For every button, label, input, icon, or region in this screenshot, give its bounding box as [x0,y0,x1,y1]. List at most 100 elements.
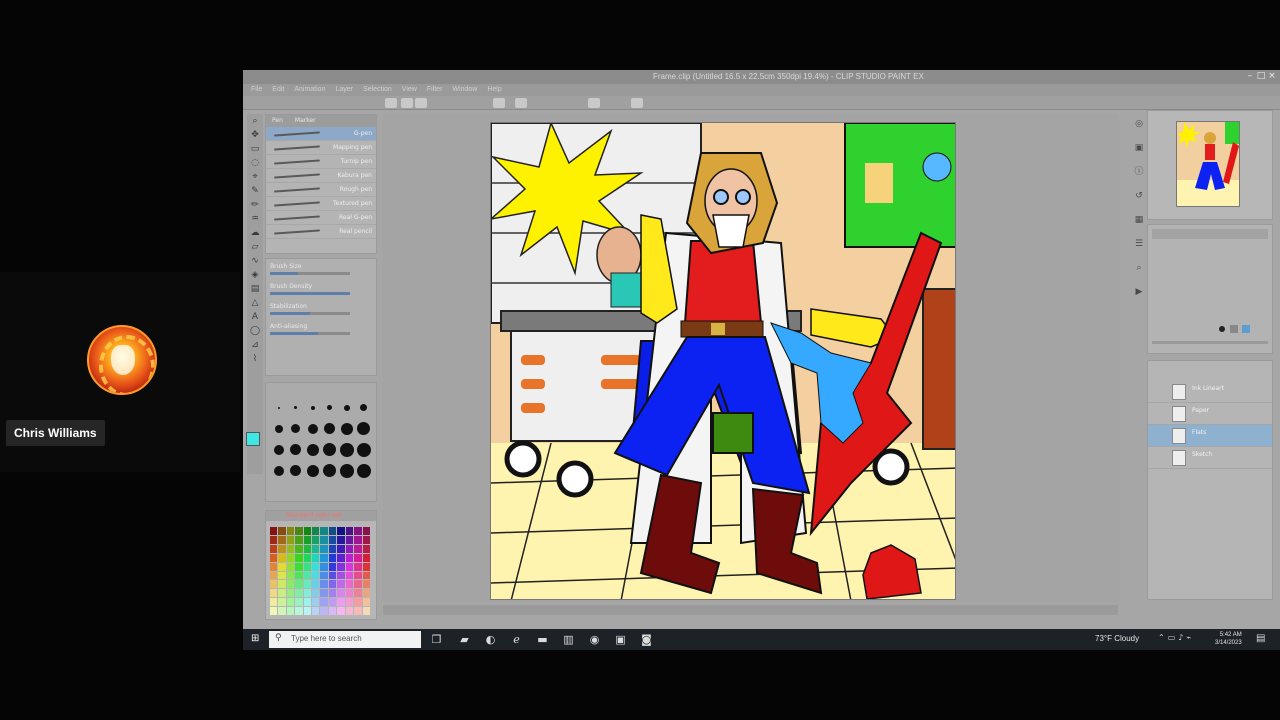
color-swatch[interactable] [295,544,303,553]
color-swatch[interactable] [320,562,328,571]
color-swatch[interactable] [270,607,278,615]
color-swatch[interactable] [270,589,278,598]
minimize-icon[interactable]: – [1245,71,1255,81]
color-swatch[interactable] [337,607,345,615]
menu-file[interactable]: File [251,84,262,96]
color-swatch[interactable] [303,527,312,535]
brush-item[interactable]: Real pencil [266,225,376,239]
layer-row[interactable]: Paper [1148,403,1272,425]
brush-item[interactable]: G-pen [266,127,376,141]
store-icon[interactable]: ▥ [561,632,576,647]
save-icon[interactable] [415,98,427,108]
undo-icon[interactable] [493,98,505,108]
color-swatch[interactable] [295,553,303,562]
brush-size-dot[interactable] [360,404,367,411]
open-file-icon[interactable] [401,98,413,108]
color-swatch[interactable] [354,571,362,580]
color-swatch[interactable] [320,589,328,598]
history-icon[interactable]: ↺ [1131,184,1147,208]
color-swatch[interactable] [354,527,362,535]
layer-row[interactable]: Sketch [1148,447,1272,469]
color-swatch[interactable] [303,598,312,607]
color-swatch[interactable] [362,535,370,544]
color-swatch[interactable] [312,544,320,553]
menu-window[interactable]: Window [452,84,477,96]
menu-edit[interactable]: Edit [272,84,284,96]
color-swatch[interactable] [320,553,328,562]
brush-size-dot[interactable] [277,406,280,409]
color-swatch[interactable] [362,580,370,589]
color-swatch[interactable] [270,562,278,571]
move-tool-icon[interactable]: ✥ [247,128,263,142]
color-swatch[interactable] [345,544,354,553]
brush-item[interactable]: Real G-pen [266,211,376,225]
layer-row[interactable]: Ink Lineart [1148,381,1272,403]
color-swatch[interactable] [354,607,362,615]
brush-size-dot[interactable] [273,465,284,476]
weather-status[interactable]: 73°F Cloudy [1095,634,1139,643]
color-swatch[interactable] [278,562,286,571]
airbrush-tool-icon[interactable]: ☁ [247,226,263,240]
brush-size-dot[interactable] [294,406,297,409]
color-swatch[interactable] [328,571,337,580]
folder-icon[interactable]: ▬ [535,632,550,647]
color-swatch[interactable] [278,553,286,562]
main-color-chip[interactable] [246,432,260,446]
layer-row[interactable]: Flats [1148,425,1272,447]
color-swatch[interactable] [295,562,303,571]
color-swatch[interactable] [362,527,370,535]
clock[interactable]: 5:42 AM 3/14/2023 [1215,631,1242,647]
fill-tool-icon[interactable]: ◈ [247,268,263,282]
color-swatch[interactable] [270,553,278,562]
color-swatch[interactable] [354,535,362,544]
color-swatch[interactable] [320,598,328,607]
color-swatch[interactable] [286,562,295,571]
color-swatch[interactable] [328,589,337,598]
color-swatch[interactable] [303,562,312,571]
material-icon[interactable]: ▦ [1131,208,1147,232]
animation-icon[interactable]: ▶ [1131,280,1147,304]
brush-size-dot[interactable] [324,423,335,434]
brush-item[interactable]: Mapping pen [266,141,376,155]
color-swatch[interactable] [362,553,370,562]
taskbar-search[interactable]: ⚲ Type here to search [269,631,421,648]
color-swatch[interactable] [345,607,354,615]
eyedropper-icon[interactable]: ⌖ [247,170,263,184]
color-swatch[interactable] [362,562,370,571]
color-swatch[interactable] [270,571,278,580]
color-swatch[interactable] [278,571,286,580]
brush-size-dot[interactable] [306,443,319,456]
color-swatch[interactable] [295,589,303,598]
internet-explorer-icon[interactable]: ℯ [509,632,524,647]
color-swatch[interactable] [278,607,286,615]
color-swatch[interactable] [320,580,328,589]
windows-start-icon[interactable]: ⊞ [251,633,263,645]
figure-tool-icon[interactable]: △ [247,296,263,310]
color-swatch[interactable] [312,535,320,544]
brush-size-dot[interactable] [306,464,319,477]
brush-item[interactable]: Rough pen [266,183,376,197]
color-swatch[interactable] [295,607,303,615]
color-swatch[interactable] [286,598,295,607]
color-swatch[interactable] [286,571,295,580]
color-swatch[interactable] [362,607,370,615]
color-swatch[interactable] [320,607,328,615]
zoom-tool-icon[interactable]: ⌕ [247,114,263,128]
brush-size-dot[interactable] [357,422,370,435]
color-swatch[interactable] [337,589,345,598]
color-swatch[interactable] [312,571,320,580]
color-swatch[interactable] [312,553,320,562]
lasso-tool-icon[interactable]: ◌ [247,156,263,170]
notification-icon[interactable]: ▤ [1256,633,1265,644]
color-swatch[interactable] [295,571,303,580]
color-swatch[interactable] [337,580,345,589]
color-swatch[interactable] [337,562,345,571]
pen-tool-icon[interactable]: ✎ [247,184,263,198]
color-swatch[interactable] [303,607,312,615]
color-swatch[interactable] [328,535,337,544]
color-swatch[interactable] [354,580,362,589]
system-tray-icons[interactable]: ⌃▭♪⌁ [1158,633,1194,642]
color-swatch[interactable] [345,571,354,580]
color-swatch[interactable] [345,562,354,571]
color-swatch[interactable] [345,535,354,544]
